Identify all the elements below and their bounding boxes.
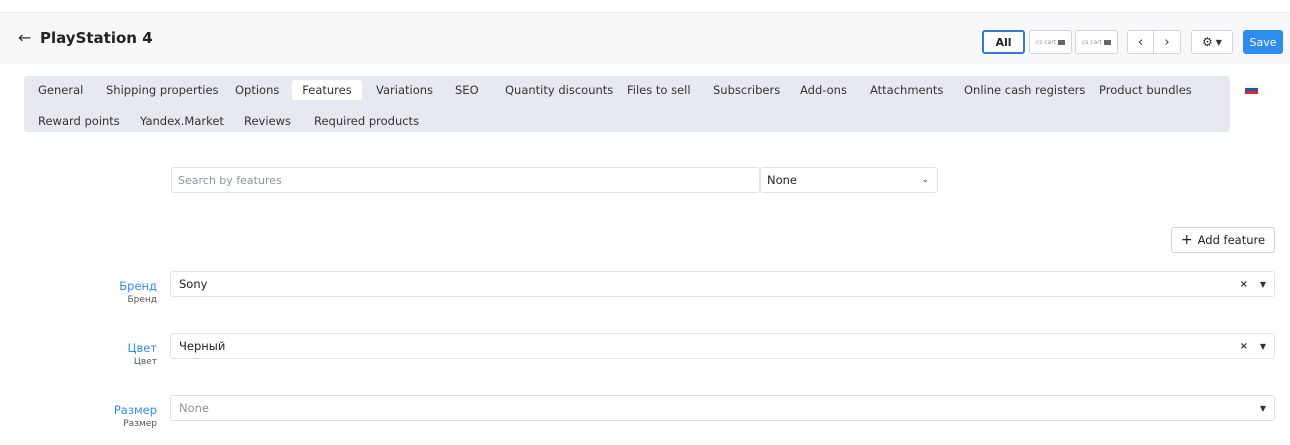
russian-flag-icon[interactable] [1245, 85, 1258, 94]
page-header: ← PlayStation 4 All cs cart cs cart ‹ › … [0, 12, 1290, 64]
tab-online-cash-registers[interactable]: Online cash registers [964, 83, 1085, 97]
storefront-button-2[interactable]: cs cart [1075, 30, 1118, 54]
add-feature-button[interactable]: + Add feature [1171, 227, 1275, 253]
feature-select-size[interactable]: None ▼ [170, 395, 1275, 421]
plus-icon: + [1180, 232, 1193, 248]
feature-sublabel-size: Размер [123, 419, 157, 429]
feature-group-select[interactable]: None ⌄ [760, 167, 938, 193]
tab-reviews[interactable]: Reviews [244, 114, 291, 128]
tab-options[interactable]: Options [235, 83, 279, 97]
tab-shipping-properties[interactable]: Shipping properties [106, 83, 219, 97]
tab-required-products[interactable]: Required products [314, 114, 419, 128]
tab-quantity-discounts[interactable]: Quantity discounts [505, 83, 613, 97]
caret-down-icon: ▼ [1215, 37, 1222, 47]
search-features-input[interactable] [171, 167, 760, 193]
settings-dropdown-button[interactable]: ⚙ ▼ [1191, 30, 1233, 54]
feature-select-brand[interactable]: Sony × ▼ [170, 271, 1275, 297]
chevron-right-icon: › [1164, 34, 1170, 50]
caret-down-icon: ▼ [1259, 403, 1266, 413]
cs-cart-logo: cs cart [1082, 39, 1112, 46]
tab-product-bundles[interactable]: Product bundles [1099, 83, 1192, 97]
cs-cart-logo: cs cart [1036, 39, 1066, 46]
caret-down-icon: ▼ [1259, 341, 1266, 351]
tab-subscribers[interactable]: Subscribers [713, 83, 780, 97]
storefront-button-1[interactable]: cs cart [1029, 30, 1072, 54]
feature-sublabel-color: Цвет [133, 357, 157, 367]
feature-label-color[interactable]: Цвет [17, 341, 157, 355]
prev-product-button[interactable]: ‹ [1127, 30, 1154, 54]
next-product-button[interactable]: › [1154, 30, 1181, 54]
tab-features[interactable]: Features [292, 80, 362, 100]
page-title: PlayStation 4 [40, 29, 153, 47]
chevron-left-icon: ‹ [1137, 34, 1144, 50]
feature-sublabel-brand: Бренд [127, 295, 157, 305]
feature-label-size[interactable]: Размер [17, 403, 157, 417]
tab-variations[interactable]: Variations [376, 83, 433, 97]
back-arrow-icon[interactable]: ← [18, 28, 31, 47]
tab-files-to-sell[interactable]: Files to sell [627, 83, 691, 97]
gear-icon: ⚙ [1202, 35, 1213, 49]
tab-yandex-market[interactable]: Yandex.Market [140, 114, 224, 128]
caret-down-icon: ▼ [1259, 279, 1266, 289]
tab-add-ons[interactable]: Add-ons [800, 83, 847, 97]
all-storefronts-button[interactable]: All [982, 30, 1025, 54]
feature-label-brand[interactable]: Бренд [17, 279, 157, 293]
clear-icon[interactable]: × [1240, 279, 1248, 290]
tab-attachments[interactable]: Attachments [870, 83, 943, 97]
tab-seo[interactable]: SEO [455, 83, 479, 97]
save-button[interactable]: Save [1243, 30, 1283, 54]
tab-reward-points[interactable]: Reward points [38, 114, 120, 128]
clear-icon[interactable]: × [1240, 341, 1248, 352]
feature-select-color[interactable]: Черный × ▼ [170, 333, 1275, 359]
tab-general[interactable]: General [38, 83, 83, 97]
chevron-down-icon: ⌄ [921, 175, 929, 185]
